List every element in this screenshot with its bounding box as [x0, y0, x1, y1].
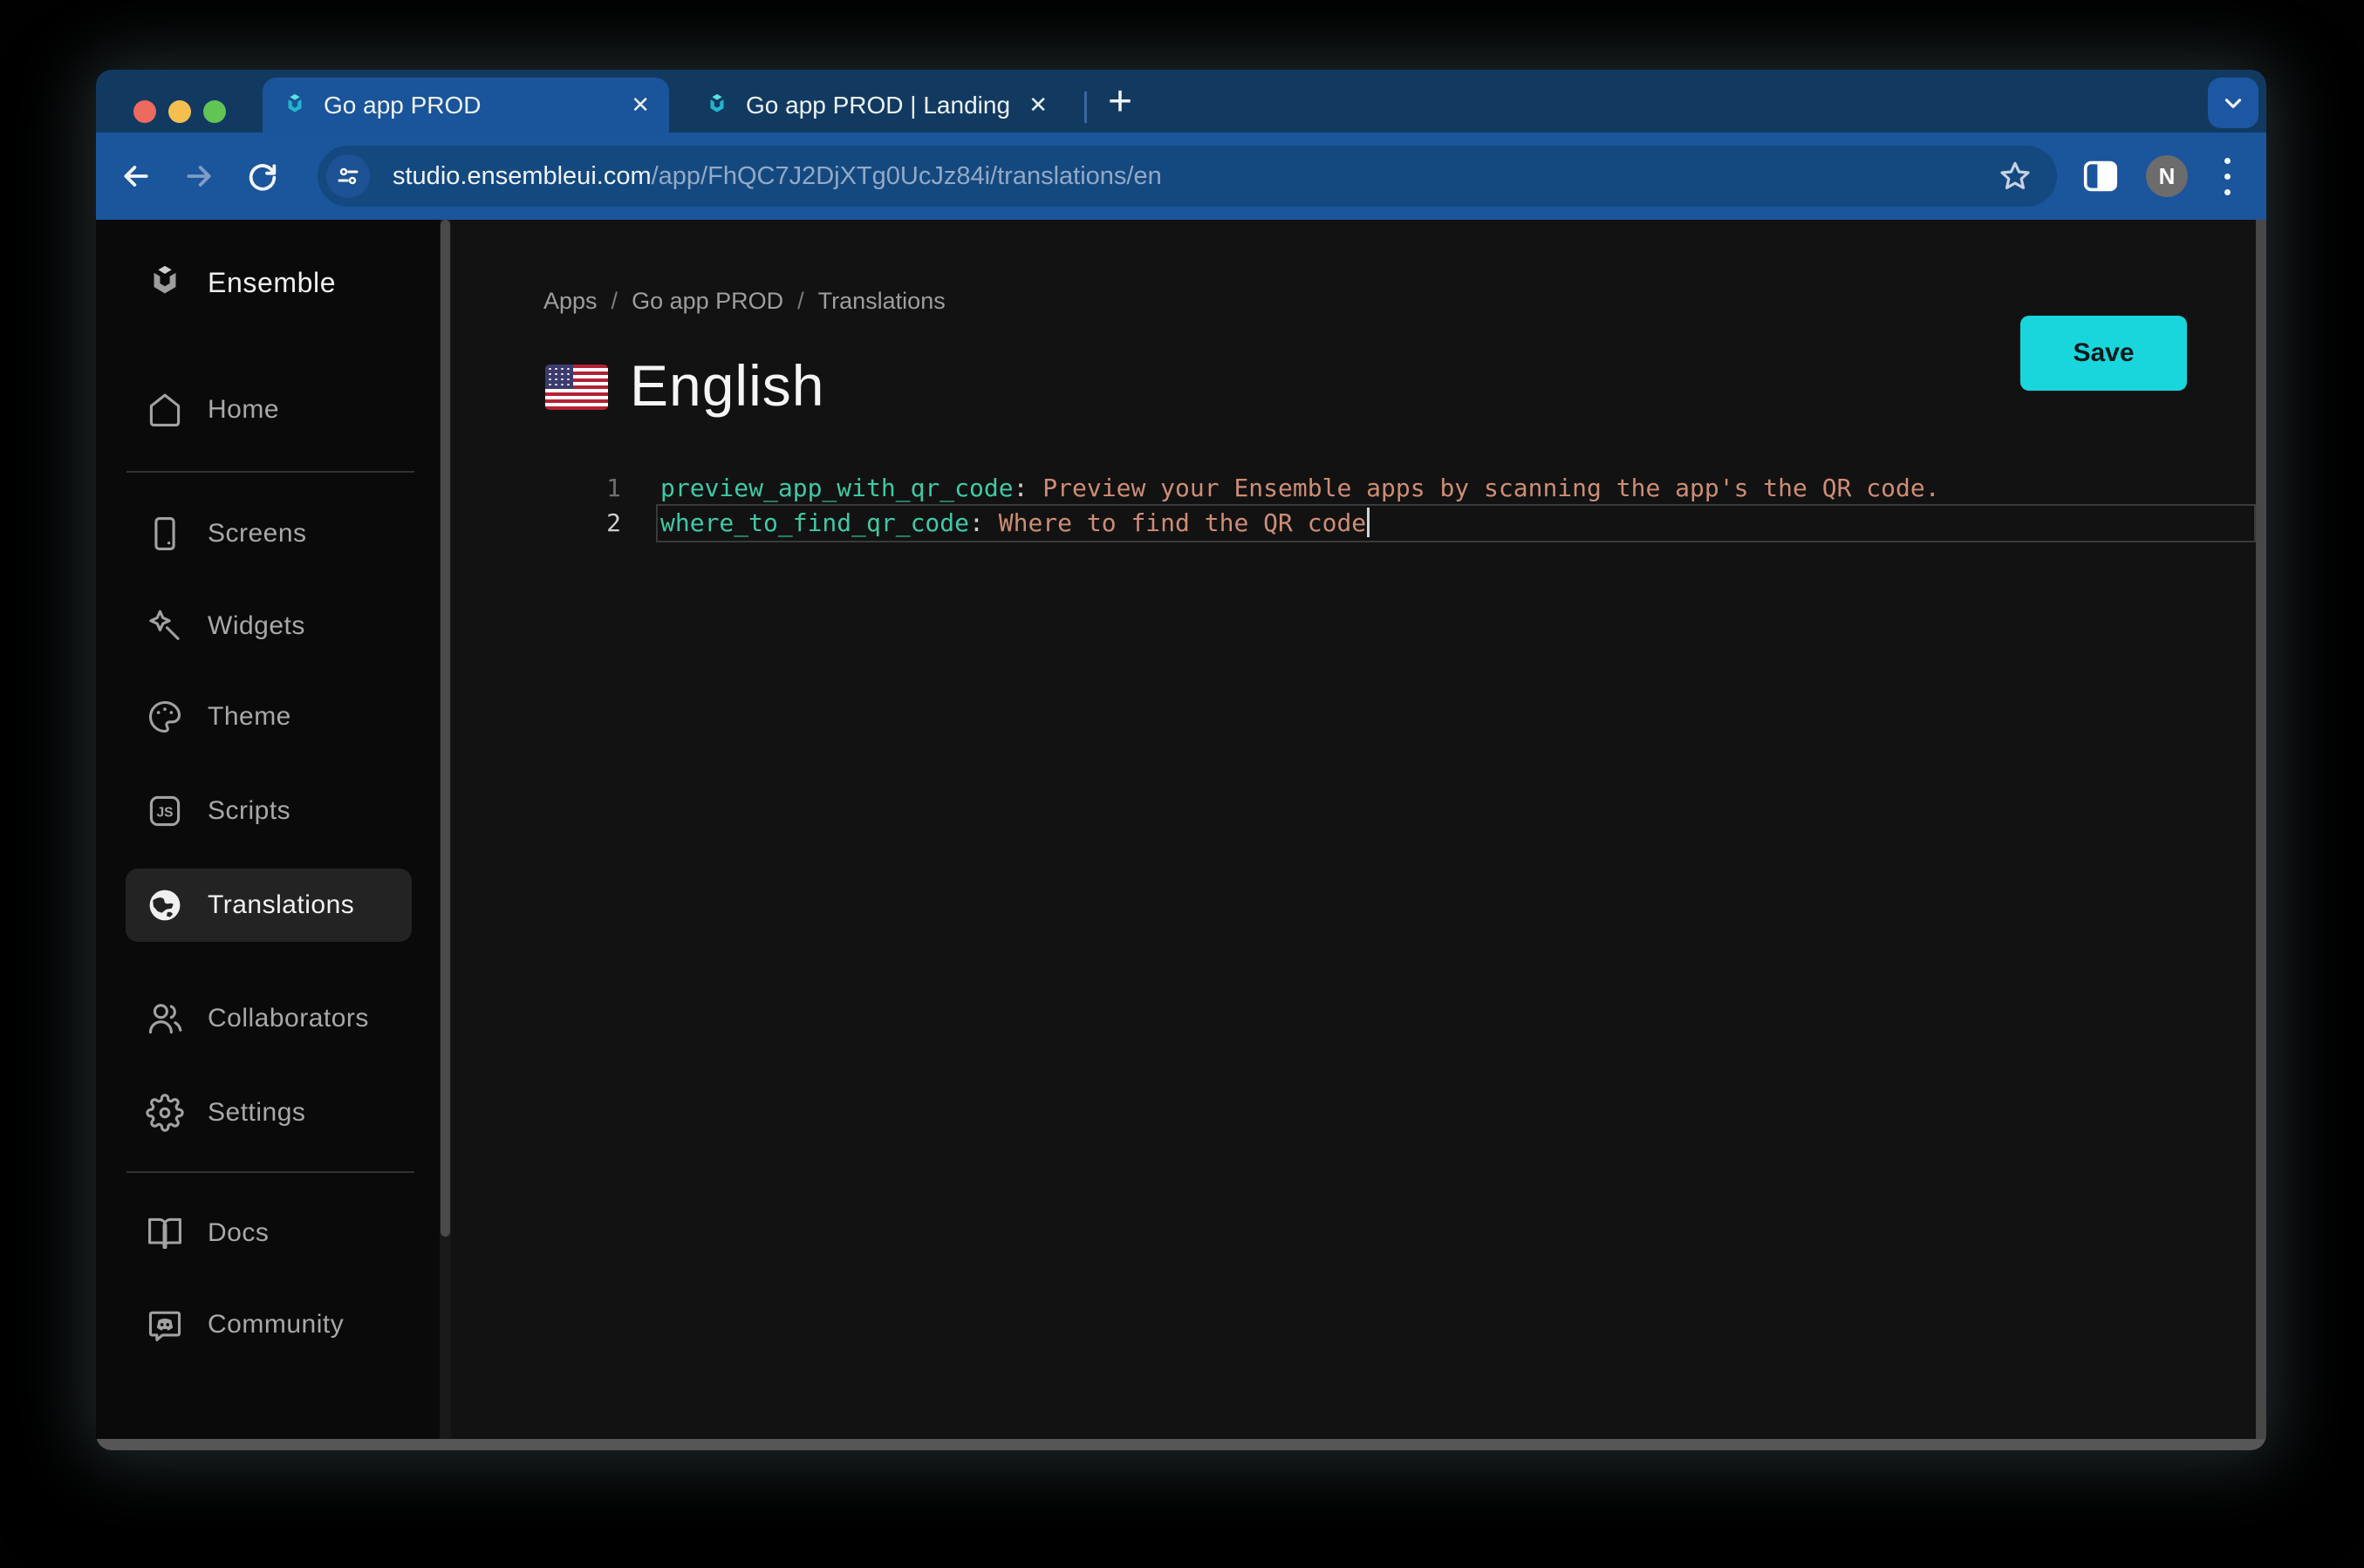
- globe-icon: [145, 885, 185, 925]
- minimize-window-button[interactable]: [168, 100, 191, 123]
- brand-name: Ensemble: [208, 266, 337, 298]
- sidebar-scrollbar-thumb[interactable]: [441, 220, 450, 1237]
- ensemble-favicon-icon: [282, 92, 308, 119]
- book-open-icon: [145, 1213, 185, 1253]
- text-cursor: [1367, 508, 1370, 537]
- sidebar: Ensemble Home Screens Widgets Theme JS S…: [96, 220, 440, 1439]
- yaml-colon: :: [969, 508, 984, 537]
- sidebar-item-widgets[interactable]: Widgets: [96, 590, 440, 663]
- sidebar-item-collaborators[interactable]: Collaborators: [96, 982, 440, 1055]
- gear-icon: [145, 1093, 185, 1133]
- line-number: 2: [606, 508, 621, 537]
- tab-separator: [1084, 92, 1087, 123]
- sidebar-divider: [126, 471, 414, 473]
- sidebar-item-label: Settings: [208, 1098, 306, 1127]
- sidebar-item-label: Screens: [208, 519, 307, 548]
- tab-close-icon[interactable]: ✕: [1028, 92, 1048, 119]
- sidebar-item-scripts[interactable]: JS Scripts: [96, 774, 440, 848]
- site-settings-button[interactable]: [326, 154, 370, 198]
- editor-line[interactable]: 1 preview_app_with_qr_code: Preview your…: [451, 471, 2256, 506]
- sidebar-item-label: Widgets: [208, 611, 305, 640]
- dot: [2224, 188, 2231, 195]
- line-code: preview_app_with_qr_code: Preview your E…: [660, 471, 1940, 506]
- sidebar-item-community[interactable]: Community: [96, 1288, 440, 1361]
- dot: [2224, 173, 2231, 180]
- js-icon: JS: [145, 791, 185, 831]
- url-path: /app/FhQC7J2DjXTg0UcJz84i/translations/e…: [651, 161, 1162, 190]
- tune-icon: [338, 167, 359, 185]
- palette-icon: [145, 697, 185, 737]
- line-code: where_to_find_qr_code: Where to find the…: [660, 506, 1370, 541]
- sidebar-item-label: Docs: [208, 1218, 270, 1247]
- sidebar-item-label: Translations: [208, 890, 355, 919]
- side-panel-button[interactable]: [2081, 157, 2120, 195]
- dot: [2224, 157, 2231, 164]
- address-bar[interactable]: studio.ensembleui.com/app/FhQC7J2DjXTg0U…: [318, 146, 2057, 207]
- sidebar-scrollbar[interactable]: [440, 220, 451, 1439]
- back-button[interactable]: [117, 157, 155, 195]
- translations-panel: Apps / Go app PROD / Translations Englis…: [451, 220, 2256, 1439]
- tab-go-app-prod[interactable]: Go app PROD ✕: [263, 78, 669, 133]
- yaml-editor[interactable]: 1 preview_app_with_qr_code: Preview your…: [451, 220, 2256, 1439]
- magic-wand-icon: [145, 606, 185, 646]
- window-bottom-edge: [96, 1439, 2266, 1450]
- reload-button[interactable]: [243, 157, 282, 195]
- discord-icon: [145, 1305, 185, 1345]
- reload-icon: [249, 164, 277, 191]
- sidebar-item-label: Collaborators: [208, 1004, 369, 1033]
- arrow-right-icon: [187, 166, 211, 187]
- page-content: Ensemble Home Screens Widgets Theme JS S…: [96, 220, 2266, 1439]
- sidebar-divider: [126, 1171, 414, 1173]
- line-number: 1: [606, 474, 621, 502]
- sidebar-item-label: Community: [208, 1310, 345, 1339]
- forward-button[interactable]: [180, 157, 218, 195]
- yaml-value: Preview your Ensemble apps by scanning t…: [1028, 474, 1940, 502]
- side-panel-icon: [2083, 160, 2118, 192]
- sidebar-item-docs[interactable]: Docs: [96, 1196, 440, 1270]
- new-tab-button[interactable]: +: [1097, 78, 1143, 125]
- arrow-left-icon: [124, 166, 148, 187]
- tab-go-app-prod-landing[interactable]: Go app PROD | Landing ✕: [685, 78, 1067, 133]
- ensemble-favicon-icon: [704, 92, 730, 119]
- sidebar-item-screens[interactable]: Screens: [96, 497, 440, 570]
- browser-menu-button[interactable]: [2217, 153, 2237, 199]
- sidebar-item-settings[interactable]: Settings: [96, 1076, 440, 1149]
- tab-search-button[interactable]: [2208, 78, 2258, 128]
- yaml-value: Where to find the QR code: [983, 508, 1367, 537]
- yaml-key: where_to_find_qr_code: [660, 508, 970, 537]
- profile-avatar[interactable]: N: [2146, 155, 2188, 197]
- tab-bar: Go app PROD ✕ Go app PROD | Landing ✕ +: [96, 70, 2266, 133]
- sidebar-item-label: Scripts: [208, 796, 291, 825]
- sidebar-item-translations[interactable]: Translations: [96, 869, 440, 942]
- bookmark-button[interactable]: [1998, 159, 2033, 194]
- sidebar-item-theme[interactable]: Theme: [96, 680, 440, 753]
- browser-window: Go app PROD ✕ Go app PROD | Landing ✕ +: [96, 70, 2266, 1450]
- star-icon: [2000, 161, 2030, 189]
- chevron-down-icon: [2224, 99, 2242, 108]
- yaml-key: preview_app_with_qr_code: [660, 474, 1014, 502]
- sidebar-item-label: Theme: [208, 702, 291, 731]
- sidebar-item-label: Home: [208, 395, 280, 424]
- url-text[interactable]: studio.ensembleui.com/app/FhQC7J2DjXTg0U…: [393, 162, 1998, 191]
- tab-title: Go app PROD | Landing: [746, 91, 1011, 119]
- tab-title: Go app PROD: [324, 91, 482, 119]
- desktop: Go app PROD ✕ Go app PROD | Landing ✕ +: [0, 0, 2364, 1568]
- close-window-button[interactable]: [133, 100, 156, 123]
- ensemble-brand[interactable]: Ensemble: [96, 246, 440, 319]
- sidebar-item-home[interactable]: Home: [96, 373, 440, 447]
- yaml-colon: :: [1013, 474, 1028, 502]
- browser-toolbar: studio.ensembleui.com/app/FhQC7J2DjXTg0U…: [96, 133, 2266, 220]
- js-badge: JS: [156, 806, 173, 821]
- ensemble-logo-icon: [145, 262, 185, 303]
- traffic-lights: [133, 100, 226, 123]
- tab-close-icon[interactable]: ✕: [631, 92, 650, 119]
- editor-line-active[interactable]: 2 where_to_find_qr_code: Where to find t…: [451, 506, 2256, 541]
- users-icon: [145, 999, 185, 1039]
- screens-icon: [145, 514, 185, 554]
- zoom-window-button[interactable]: [203, 100, 226, 123]
- url-host: studio.ensembleui.com: [393, 161, 652, 190]
- page-scrollbar[interactable]: [2256, 220, 2266, 1439]
- home-icon: [145, 390, 185, 430]
